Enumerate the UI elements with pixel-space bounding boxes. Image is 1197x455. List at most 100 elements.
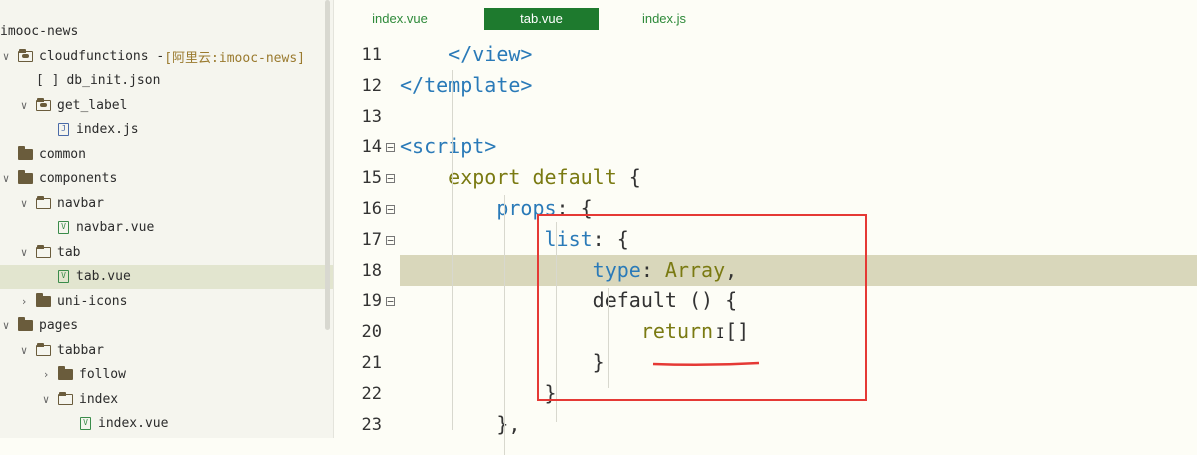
tree-item[interactable]: ∨ components (0, 167, 325, 191)
line-number: 11 (361, 45, 382, 65)
tree-item[interactable]: › uni-icons (0, 289, 333, 313)
indent-guide (452, 70, 453, 430)
fold-toggle-icon[interactable]: − (386, 142, 395, 153)
code-line[interactable]: <script> (400, 134, 496, 158)
fold-toggle-icon[interactable]: − (386, 204, 395, 215)
tree-item[interactable]: common (0, 142, 325, 166)
fold-toggle-icon[interactable]: − (386, 235, 395, 246)
code-token: </template> (400, 72, 533, 97)
line-number: 12 (361, 75, 382, 96)
annotation-box (537, 214, 867, 401)
vue-file-icon: V (58, 270, 69, 283)
code-token: </view> (448, 42, 533, 66)
chevron-down-icon[interactable]: ∨ (18, 344, 30, 357)
tree-item-label: navbar (57, 195, 104, 211)
folder-icon (18, 317, 33, 331)
tree-item[interactable]: ∨ cloudfunctions - [阿里云:imooc-news] (0, 44, 325, 68)
chevron-right-icon[interactable]: › (40, 368, 52, 381)
fold-toggle-icon[interactable]: − (386, 296, 395, 307)
tree-item-label: common (39, 146, 86, 162)
folder-icon (18, 170, 33, 184)
tree-item[interactable]: Vindex.vue (0, 412, 333, 436)
tree-item[interactable]: ∨ navbar (0, 191, 333, 215)
js-file-icon: J (58, 123, 69, 136)
tree-item[interactable]: › follow (0, 363, 333, 387)
line-number: 22 (361, 383, 382, 404)
tree-item[interactable]: Jindex.js (0, 118, 333, 142)
editor-tabs: index.vue tab.vue index.js (334, 0, 1197, 36)
tree-item[interactable]: ∨ index (0, 387, 333, 411)
code-line[interactable]: }, (400, 412, 520, 436)
tab-tab-vue[interactable]: tab.vue (484, 8, 599, 30)
folder-open-icon (58, 391, 73, 405)
vue-file-icon: V (80, 417, 91, 430)
code-token: export default (448, 165, 617, 190)
tree-item[interactable]: [ ] db_init.json (0, 69, 333, 93)
folder-open-icon (36, 244, 51, 258)
tab-index-js[interactable]: index.js (624, 8, 704, 30)
chevron-down-icon[interactable]: ∨ (18, 197, 30, 210)
tree-item-label: tab.vue (76, 269, 131, 284)
line-number: 16 (361, 199, 382, 219)
chevron-down-icon[interactable]: ∨ (18, 246, 30, 259)
chevron-down-icon[interactable]: ∨ (0, 172, 12, 185)
tree-item-label: index.vue (98, 416, 169, 431)
line-number: 17 (361, 229, 382, 250)
tree-item-label: cloudfunctions - (39, 48, 165, 64)
tree-item-label: imooc-news (0, 24, 79, 39)
cloud-folder-icon (18, 48, 33, 62)
tree-item-label: navbar.vue (76, 220, 155, 235)
fold-toggle-icon[interactable]: − (386, 173, 395, 184)
cloud-provider-label: [阿里云:imooc-news] (164, 50, 305, 66)
tree-item-label: index (79, 391, 119, 407)
tab-index-vue[interactable]: index.vue (354, 8, 446, 30)
file-explorer: imooc-news ∨ cloudfunctions - [阿里云:imooc-n… (0, 0, 334, 438)
chevron-down-icon[interactable]: ∨ (0, 319, 12, 332)
code-line[interactable]: } (400, 381, 557, 405)
sidebar-scrollbar[interactable] (325, 0, 330, 330)
json-file-icon: [ ] (36, 73, 60, 88)
tree-item-label: pages (39, 318, 79, 333)
tree-item-label: tabbar (57, 342, 104, 358)
line-number: 14 (361, 137, 382, 158)
line-number: 15 (361, 168, 382, 189)
code-line[interactable]: </template> (400, 73, 532, 97)
code-line[interactable]: </view> (400, 42, 532, 66)
folder-icon (36, 292, 51, 307)
indent-guide (504, 195, 505, 455)
folder-open-icon (36, 195, 51, 209)
tree-item[interactable]: ∨ pages (0, 314, 325, 338)
folder-open-icon (36, 342, 51, 356)
folder-icon (18, 145, 33, 160)
tree-item-label: tab (57, 244, 81, 260)
vue-file-icon: V (58, 221, 69, 234)
chevron-right-icon[interactable]: › (18, 295, 30, 308)
tree-item[interactable]: Vtab.vue (0, 264, 333, 289)
tree-item[interactable]: ∨ get_label (0, 93, 333, 117)
line-number: 23 (361, 414, 382, 435)
chevron-down-icon[interactable]: ∨ (18, 99, 30, 112)
annotation-underline (652, 361, 760, 367)
tree-item[interactable]: imooc-news (0, 20, 325, 44)
tree-item[interactable]: ∨ tab (0, 240, 333, 264)
code-line[interactable]: export default { (400, 165, 641, 189)
line-number: 18 (361, 260, 382, 281)
line-number: 20 (361, 322, 382, 343)
tree-item-label: follow (79, 367, 126, 382)
chevron-down-icon[interactable]: ∨ (0, 50, 12, 63)
code-token: { (616, 165, 641, 190)
tree-item-label: uni-icons (57, 293, 128, 309)
tree-item-label: db_init.json (66, 73, 161, 88)
line-number: 21 (361, 353, 382, 373)
tree-item[interactable]: Vnavbar.vue (0, 216, 333, 240)
code-editor[interactable]: index.vue tab.vue index.js 11 </view> 12 </t… (334, 0, 1197, 455)
tree-item[interactable]: ∨ tabbar (0, 338, 333, 362)
tree-item-label: index.js (76, 122, 139, 137)
chevron-down-icon[interactable]: ∨ (40, 393, 52, 406)
